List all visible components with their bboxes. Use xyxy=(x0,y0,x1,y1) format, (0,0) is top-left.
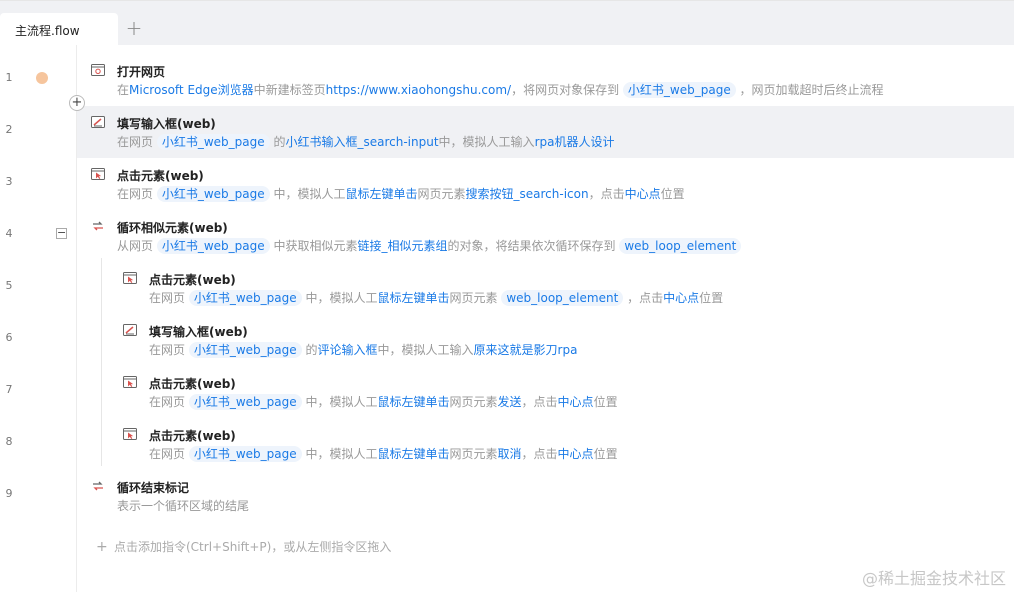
variable-chip[interactable]: 小红书_web_page xyxy=(188,446,302,462)
loop-elements-icon xyxy=(93,221,103,231)
tab-bar: 主流程.flow + xyxy=(0,0,1014,46)
variable-chip[interactable]: 小红书_web_page xyxy=(188,342,302,358)
flow-step-click-element[interactable]: 点击元素(web) 在网页 小红书_web_page 中，模拟人工鼠标左键单击网… xyxy=(77,262,1014,314)
line-number: 2 xyxy=(5,123,13,136)
open-webpage-icon xyxy=(91,64,105,76)
variable-chip[interactable]: 小红书_web_page xyxy=(156,186,270,202)
step-title: 填写输入框(web) xyxy=(149,325,248,339)
line-number: 4 xyxy=(5,227,13,240)
variable-chip[interactable]: 小红书_web_page xyxy=(156,238,270,254)
fill-input-icon xyxy=(91,116,105,128)
step-description: 在网页 小红书_web_page 的评论输入框中，模拟人工输入原来这就是影刀rp… xyxy=(149,342,578,358)
add-instruction-hint[interactable]: + 点击添加指令(Ctrl+Shift+P)，或从左侧指令区拖入 xyxy=(96,538,391,555)
step-description: 表示一个循环区域的结尾 xyxy=(117,499,250,513)
step-description: 在网页 小红书_web_page 中，模拟人工鼠标左键单击网页元素 web_lo… xyxy=(149,290,724,306)
variable-chip[interactable]: web_loop_element xyxy=(501,290,624,306)
variable-chip[interactable]: 小红书_web_page xyxy=(188,290,302,306)
step-title: 点击元素(web) xyxy=(149,377,236,391)
variable-chip[interactable]: web_loop_element xyxy=(619,238,742,254)
flow-step-loop-end[interactable]: 循环结束标记 表示一个循环区域的结尾 xyxy=(77,470,1014,522)
add-instruction-text: 点击添加指令(Ctrl+Shift+P)，或从左侧指令区拖入 xyxy=(114,540,392,554)
step-title: 循环相似元素(web) xyxy=(117,221,228,235)
collapse-loop-button[interactable]: − xyxy=(56,227,67,239)
line-number: 1 xyxy=(5,71,13,84)
variable-chip[interactable]: 小红书_web_page xyxy=(156,134,270,150)
line-number: 5 xyxy=(5,279,13,292)
flow-step-fill-input[interactable]: 填写输入框(web) 在网页 小红书_web_page 的小红书输入框_sear… xyxy=(77,106,1014,158)
flow-step-click-element[interactable]: 点击元素(web) 在网页 小红书_web_page 中，模拟人工鼠标左键单击网… xyxy=(77,158,1014,210)
step-title: 打开网页 xyxy=(117,65,166,79)
step-title: 点击元素(web) xyxy=(149,273,236,287)
add-icon: + xyxy=(96,539,108,555)
flow-step-click-element[interactable]: 点击元素(web) 在网页 小红书_web_page 中，模拟人工鼠标左键单击网… xyxy=(77,418,1014,470)
click-element-icon xyxy=(123,272,137,284)
flow-step-click-element[interactable]: 点击元素(web) 在网页 小红书_web_page 中，模拟人工鼠标左键单击网… xyxy=(77,366,1014,418)
step-title: 循环结束标记 xyxy=(117,481,190,495)
step-title: 点击元素(web) xyxy=(117,169,204,183)
click-element-icon xyxy=(91,168,105,180)
tab-main-flow[interactable]: 主流程.flow xyxy=(0,13,118,46)
click-element-icon xyxy=(123,376,137,388)
loop-end-icon xyxy=(93,481,103,491)
step-description: 在Microsoft Edge浏览器中新建标签页https://www.xiao… xyxy=(117,82,884,98)
line-number: 3 xyxy=(5,175,13,188)
variable-chip[interactable]: 小红书_web_page xyxy=(188,394,302,410)
variable-chip[interactable]: 小红书_web_page xyxy=(622,82,736,98)
click-element-icon xyxy=(123,428,137,440)
fill-input-icon xyxy=(123,324,137,336)
watermark: @稀土掘金技术社区 xyxy=(861,569,1006,588)
step-description: 在网页 小红书_web_page 中，模拟人工鼠标左键单击网页元素搜索按钮_se… xyxy=(117,186,685,202)
line-number: 7 xyxy=(5,383,13,396)
step-description: 在网页 小红书_web_page 中，模拟人工鼠标左键单击网页元素取消，点击中心… xyxy=(149,446,618,462)
line-number: 9 xyxy=(5,487,13,500)
step-description: 从网页 小红书_web_page 中获取相似元素链接_相似元素组的对象，将结果依… xyxy=(117,237,742,255)
new-tab-button[interactable]: + xyxy=(124,18,144,39)
breakpoint-marker[interactable] xyxy=(36,72,48,84)
line-number: 6 xyxy=(5,331,13,344)
flow-step-loop-elements[interactable]: 循环相似元素(web) 从网页 小红书_web_page 中获取相似元素链接_相… xyxy=(77,210,1014,262)
step-description: 在网页 小红书_web_page 的小红书输入框_search-input中，模… xyxy=(117,134,615,150)
step-title: 点击元素(web) xyxy=(149,429,236,443)
insert-step-button[interactable]: + xyxy=(69,95,85,111)
flow-step-open-webpage[interactable]: 打开网页 在Microsoft Edge浏览器中新建标签页https://www… xyxy=(77,54,1014,106)
flow-step-fill-input[interactable]: 填写输入框(web) 在网页 小红书_web_page 的评论输入框中，模拟人工… xyxy=(77,314,1014,366)
line-number: 8 xyxy=(5,435,13,448)
step-description: 在网页 小红书_web_page 中，模拟人工鼠标左键单击网页元素发送，点击中心… xyxy=(149,394,618,410)
step-title: 填写输入框(web) xyxy=(117,117,216,131)
tab-label: 主流程.flow xyxy=(15,24,80,38)
